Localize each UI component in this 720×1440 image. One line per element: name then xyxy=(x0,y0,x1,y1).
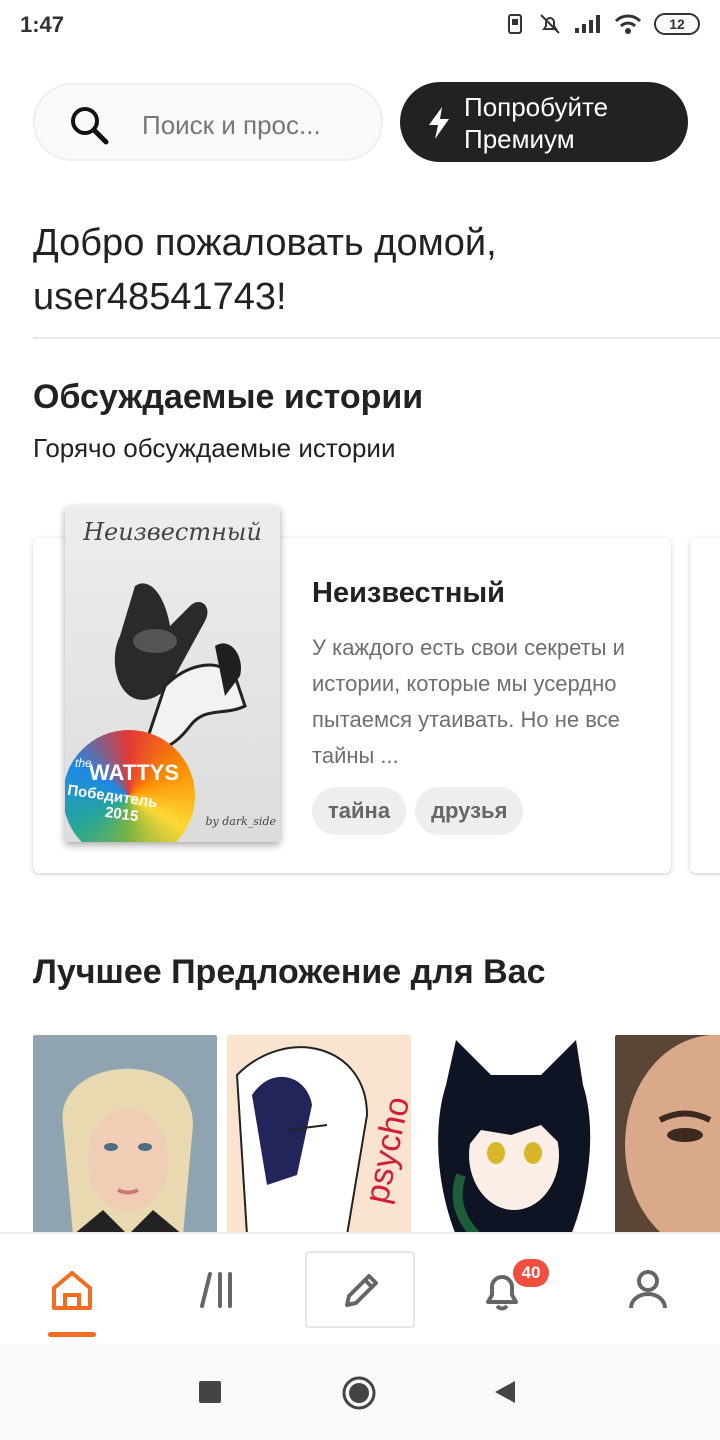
profile-icon xyxy=(629,1270,667,1309)
story-title[interactable]: Неизвестный xyxy=(312,577,505,610)
recommended-cover[interactable]: psycho xyxy=(227,1035,411,1235)
write-icon xyxy=(345,1274,378,1307)
award-name: WATTYS xyxy=(89,760,180,785)
notifications-count-badge: 40 xyxy=(513,1259,549,1287)
recommended-cover[interactable] xyxy=(615,1035,720,1235)
welcome-heading: Добро пожаловать домой, user48541743! xyxy=(33,222,497,318)
cover-title: Неизвестный xyxy=(83,518,262,546)
discussed-section-subtitle: Горячо обсуждаемые истории xyxy=(33,433,396,463)
battery-icon: 12 xyxy=(654,13,700,35)
nav-write[interactable] xyxy=(305,1251,415,1328)
search-icon xyxy=(71,107,109,145)
story-tags: тайна друзья xyxy=(312,787,524,835)
story-cover[interactable]: Неизвестный by dark_side the WATTYS Побе… xyxy=(65,506,280,842)
home-icon xyxy=(52,1271,92,1310)
recommended-cover[interactable] xyxy=(33,1035,217,1235)
recents-icon[interactable] xyxy=(198,1380,222,1404)
recommended-cover[interactable] xyxy=(421,1035,605,1235)
nav-notifications[interactable] xyxy=(452,1234,552,1344)
status-bar: 1:47 12 xyxy=(0,0,720,50)
nav-library[interactable] xyxy=(168,1234,268,1344)
status-icons: 12 xyxy=(504,12,700,36)
anime-cat-girl-image xyxy=(421,1035,605,1235)
signal-icon xyxy=(574,14,602,34)
active-tab-indicator xyxy=(48,1332,96,1337)
cover-author: by dark_side xyxy=(205,815,277,828)
manga-psycho-image: psycho xyxy=(227,1035,411,1235)
home-button-icon[interactable] xyxy=(341,1375,377,1411)
recommended-section-title: Лучшее Предложение для Вас xyxy=(33,953,546,991)
system-navigation-bar xyxy=(0,1344,720,1440)
vibrate-icon xyxy=(504,13,526,35)
mute-alarm-icon xyxy=(538,12,562,36)
recommended-covers-row: psycho xyxy=(33,1035,720,1235)
lightning-icon xyxy=(429,107,449,139)
discussed-section-title: Обсуждаемые истории xyxy=(33,378,424,416)
status-time: 1:47 xyxy=(20,12,65,37)
story-description: У каждого есть свои секреты и истории, к… xyxy=(312,635,625,768)
back-icon[interactable] xyxy=(493,1380,517,1404)
wifi-icon xyxy=(614,13,642,35)
next-story-card[interactable] xyxy=(690,538,720,873)
nav-profile[interactable] xyxy=(598,1234,698,1344)
search-input[interactable]: Поиск и прос... xyxy=(33,83,383,161)
nav-home[interactable] xyxy=(22,1234,122,1344)
divider xyxy=(33,337,720,339)
try-premium-button[interactable]: Попробуйте Премиум xyxy=(400,82,688,162)
award-line2: 2015 xyxy=(103,803,140,826)
search-placeholder: Поиск и прос... xyxy=(142,110,321,140)
premium-label: Попробуйте Премиум xyxy=(464,92,609,154)
tag-chip[interactable]: друзья xyxy=(415,787,524,835)
tag-chip[interactable]: тайна xyxy=(312,787,407,835)
portrait-girl-image xyxy=(33,1035,217,1235)
library-icon xyxy=(200,1272,232,1308)
portrait-man-image xyxy=(615,1035,720,1235)
